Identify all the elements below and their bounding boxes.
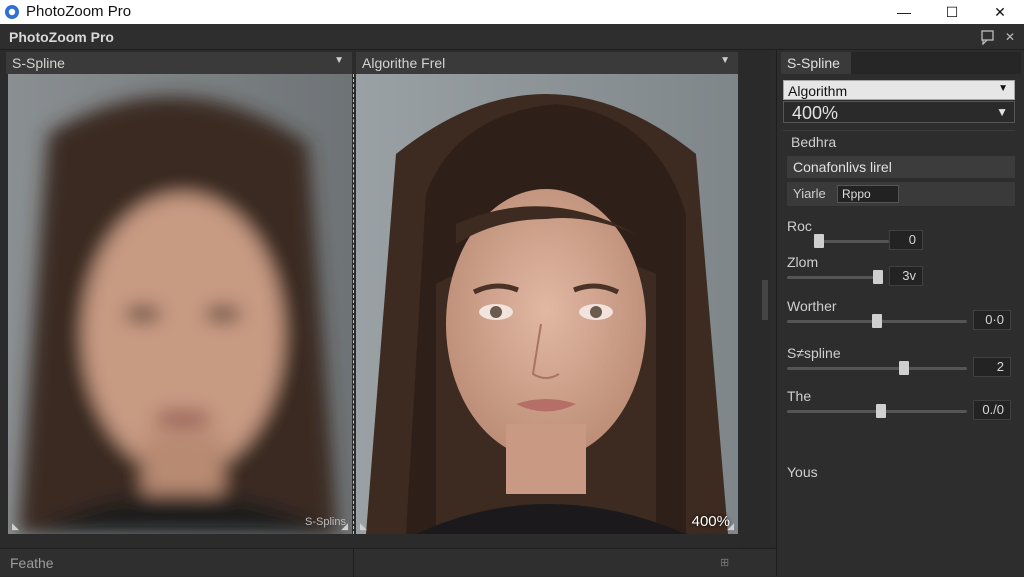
close-icon: ✕: [994, 3, 1006, 20]
app-name: PhotoZoom Pro: [9, 29, 114, 45]
divider: [783, 130, 1015, 131]
slider-value-field[interactable]: 0·0: [973, 310, 1011, 330]
window-title: PhotoZoom Pro: [26, 3, 132, 20]
bottom-divider: [353, 549, 354, 577]
chevron-down-icon[interactable]: ▼: [334, 55, 344, 66]
slider-label: Worther: [787, 298, 837, 314]
slider-value-field[interactable]: 0: [889, 230, 923, 250]
algorithm-select-value: Algorithm: [788, 83, 848, 99]
maximize-icon: ☐: [945, 3, 959, 20]
slider-label: The: [787, 388, 812, 404]
zoom-select-value: 400%: [792, 103, 839, 123]
resize-handle-icon[interactable]: ◣: [360, 521, 367, 532]
slider-track[interactable]: [819, 240, 889, 243]
zoom-level-label: 400%: [691, 513, 730, 530]
right-pane-title: Algorithe Frel: [362, 55, 446, 71]
minimize-button[interactable]: —: [881, 0, 927, 24]
slider-value-field[interactable]: 3v: [889, 266, 923, 286]
close-icon[interactable]: ✕: [1002, 29, 1018, 45]
preset-field[interactable]: Conafonlivs lirel: [787, 156, 1015, 178]
slider-label: S≠spline: [787, 345, 841, 361]
slider-label: Roc: [787, 218, 812, 234]
algorithm-select[interactable]: Algorithm ▼: [783, 80, 1015, 100]
scrollbar-thumb[interactable]: [762, 280, 768, 320]
right-pane-header[interactable]: Algorithe Frel ▼: [356, 52, 738, 74]
left-pane-title: S-Spline: [12, 55, 65, 71]
bottom-label: Feathe: [10, 555, 54, 571]
split-divider[interactable]: [353, 74, 354, 534]
slider-thumb[interactable]: [872, 314, 882, 328]
tab-strip: [851, 52, 1021, 74]
slider-track[interactable]: [787, 367, 967, 370]
pin-icon[interactable]: [980, 29, 996, 45]
chevron-down-icon[interactable]: ▼: [720, 55, 730, 66]
app-icon: [5, 5, 19, 19]
resize-handle-icon[interactable]: ◣: [12, 521, 19, 532]
close-window-button[interactable]: ✕: [977, 0, 1023, 24]
slider-value-field[interactable]: 0./0: [973, 400, 1011, 420]
slider-thumb[interactable]: [899, 361, 909, 375]
tab-s-spline[interactable]: S-Spline: [781, 52, 851, 74]
slider-thumb[interactable]: [875, 404, 886, 418]
yiarle-input[interactable]: Rppo: [837, 185, 899, 203]
original-image-preview[interactable]: ◣ ◢ S-Splins: [8, 74, 352, 534]
slider-track[interactable]: [787, 276, 883, 279]
left-overlay-label: S-Splins: [305, 516, 346, 528]
slider-thumb[interactable]: [873, 270, 884, 284]
slider-value-field[interactable]: 2: [973, 357, 1011, 377]
grid-icon[interactable]: ⊞: [720, 556, 729, 569]
footer-label: Yous: [787, 464, 818, 480]
yiarle-label: Yiarle: [793, 186, 826, 201]
window-titlebar: PhotoZoom Pro — ☐ ✕: [0, 0, 1024, 24]
maximize-button[interactable]: ☐: [929, 0, 975, 24]
yiarle-row: Yiarle Rppo: [787, 182, 1015, 206]
enlarged-image-preview[interactable]: ◣ ◢ 400%: [356, 74, 738, 534]
app-toolbar: PhotoZoom Pro ✕: [0, 24, 1024, 50]
left-pane-header[interactable]: S-Spline ▼: [6, 52, 352, 74]
minimize-icon: —: [897, 4, 911, 20]
zoom-select[interactable]: 400% ▼: [783, 101, 1015, 123]
chevron-down-icon: ▼: [996, 105, 1008, 119]
vertical-scrollbar[interactable]: [740, 50, 770, 548]
chevron-down-icon: ▼: [998, 83, 1008, 94]
slider-label: Zlom: [787, 254, 819, 270]
slider-thumb[interactable]: [814, 234, 824, 248]
settings-sidebar: S-Spline Algorithm ▼ 400% ▼ Bedhra Conaf…: [776, 50, 1024, 576]
section-label: Bedhra: [791, 134, 837, 150]
